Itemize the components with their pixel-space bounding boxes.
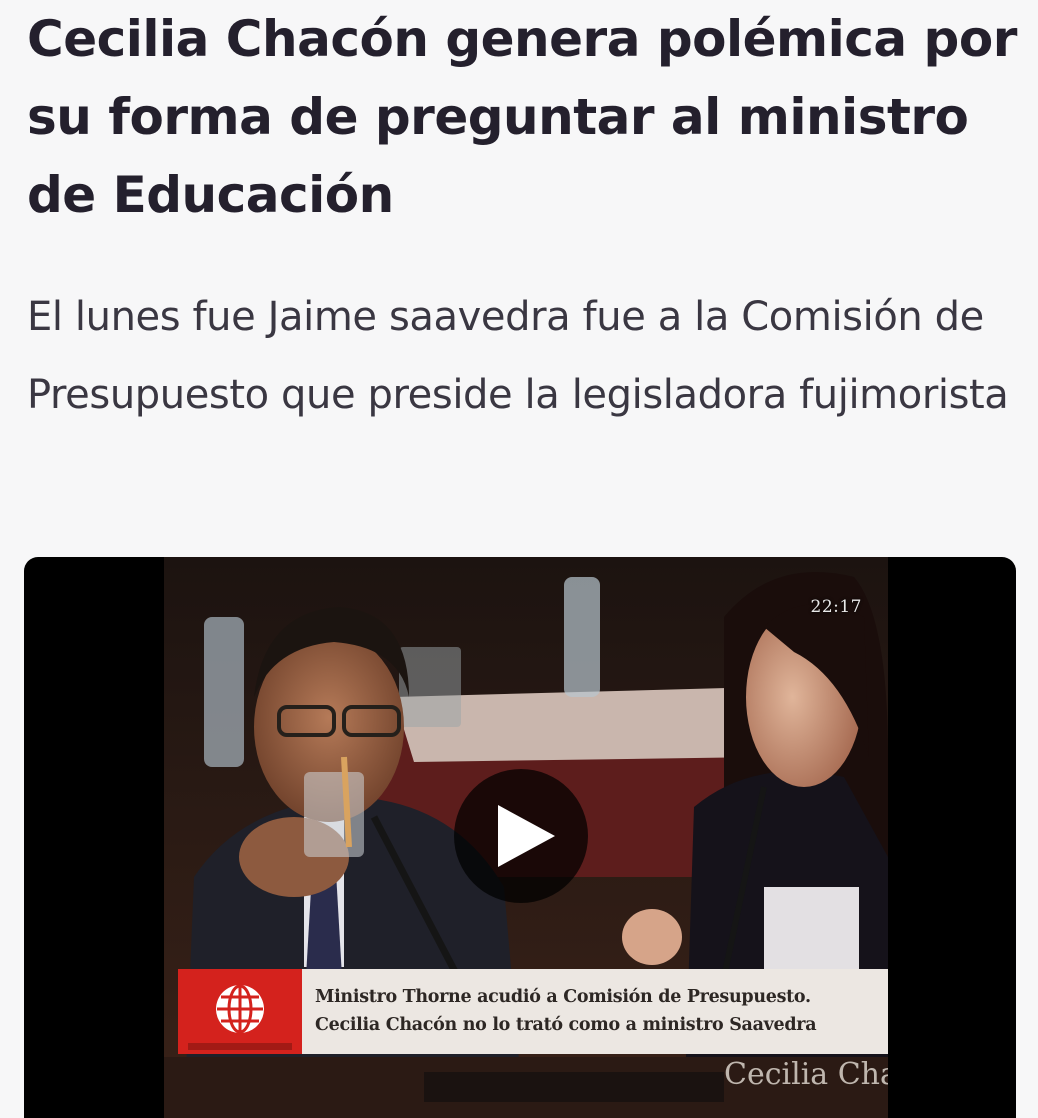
caption-line-1: Ministro Thorne acudió a Comisión de Pre… bbox=[315, 987, 811, 1007]
news-caption-banner: Ministro Thorne acudió a Comisión de Pre… bbox=[178, 969, 888, 1054]
caption-line-2: Cecilia Chacón no lo trató como a minist… bbox=[315, 1015, 817, 1035]
article-page: Cecilia Chacón genera polémica por su fo… bbox=[0, 0, 1038, 1118]
article-summary: El lunes fue Jaime saavedra fue a la Com… bbox=[27, 294, 1009, 418]
article-headline: Cecilia Chacón genera polémica por su fo… bbox=[27, 10, 1017, 224]
caption-text: Ministro Thorne acudió a Comisión de Pre… bbox=[315, 983, 888, 1039]
channel-strip bbox=[188, 1043, 292, 1050]
channel-logo bbox=[178, 969, 302, 1054]
play-button[interactable] bbox=[454, 769, 588, 903]
video-timestamp: 22:17 bbox=[810, 597, 862, 617]
video-player[interactable]: 22:17 Ministro Thorne acudió a Comisión … bbox=[24, 557, 1016, 1118]
play-icon[interactable] bbox=[498, 805, 555, 867]
nameplate: Cecilia Chacón bbox=[724, 1057, 888, 1092]
globe-logo-icon bbox=[216, 984, 264, 1034]
